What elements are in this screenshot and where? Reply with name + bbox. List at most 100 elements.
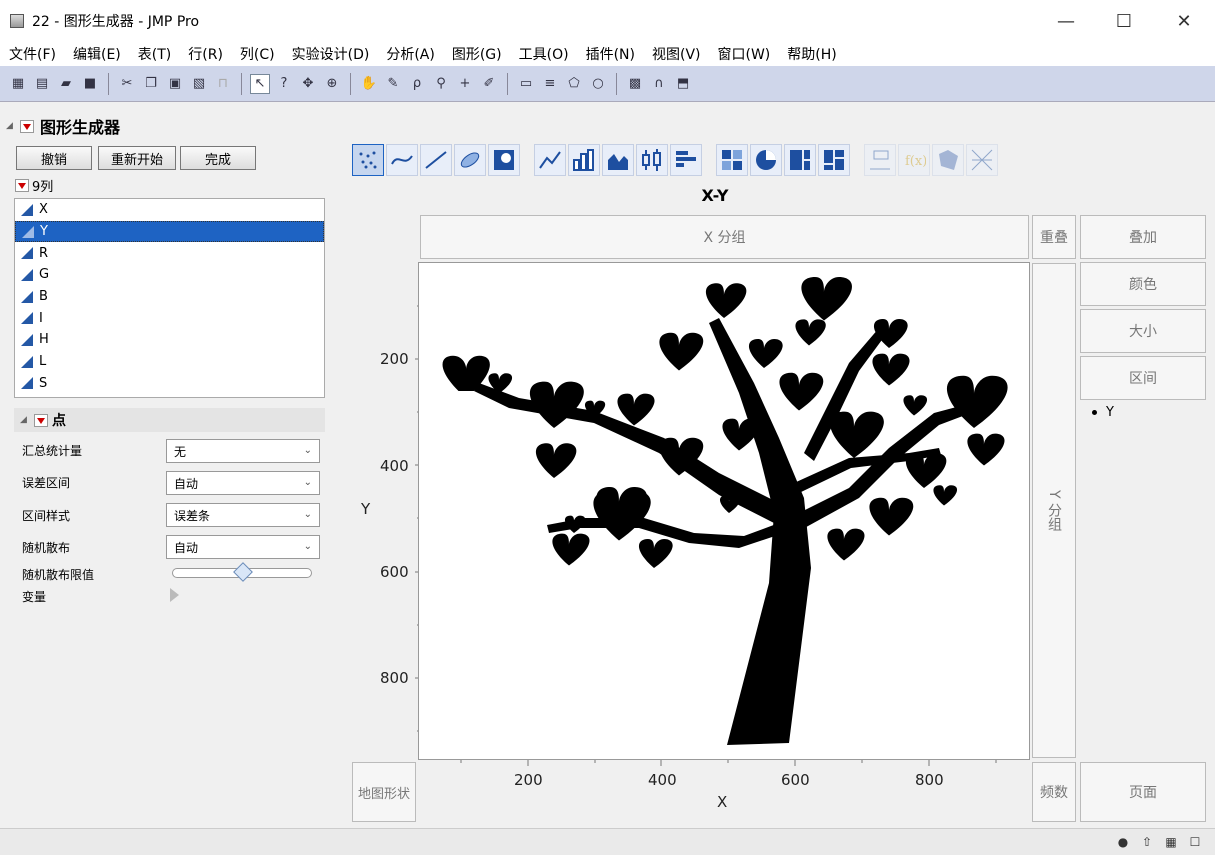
legend-item[interactable]: Y: [1092, 405, 1114, 420]
restart-button[interactable]: 重新开始: [98, 146, 176, 170]
plus-tool-icon[interactable]: +: [455, 74, 475, 94]
menu-window[interactable]: 窗口(W): [709, 44, 779, 64]
menu-help[interactable]: 帮助(H): [778, 44, 844, 64]
menu-file[interactable]: 文件(F): [0, 44, 64, 64]
area-graph-icon[interactable]: [602, 144, 634, 176]
text-box-icon[interactable]: ▭: [516, 74, 536, 94]
group-y-zone[interactable]: Y 分组: [1032, 263, 1076, 758]
menu-view[interactable]: 视图(V): [643, 44, 709, 64]
map-shape-zone[interactable]: 地图形状: [352, 762, 416, 822]
column-item-b[interactable]: B: [15, 286, 324, 308]
formula-icon[interactable]: f(x): [898, 144, 930, 176]
window-icon[interactable]: ☐: [1185, 833, 1205, 851]
hand-tool-icon[interactable]: ✋: [359, 74, 379, 94]
menu-cols[interactable]: 列(C): [231, 44, 283, 64]
page-zone[interactable]: 页面: [1080, 762, 1206, 822]
binoculars-icon[interactable]: ∩: [649, 74, 669, 94]
treemap-icon[interactable]: [784, 144, 816, 176]
heatmap-icon[interactable]: [716, 144, 748, 176]
new-table-icon[interactable]: ▦: [8, 74, 28, 94]
expand-arrow-icon[interactable]: [170, 588, 179, 602]
menu-edit[interactable]: 编辑(E): [64, 44, 129, 64]
menu-table[interactable]: 表(T): [129, 44, 179, 64]
annotate-tool-icon[interactable]: ✐: [479, 74, 499, 94]
color-zone[interactable]: 颜色: [1080, 262, 1206, 306]
disclosure-icon[interactable]: ◢: [20, 415, 30, 425]
column-item-g[interactable]: G: [15, 264, 324, 286]
y-axis-label[interactable]: Y: [361, 500, 370, 518]
done-button[interactable]: 完成: [180, 146, 256, 170]
minimize-button[interactable]: —: [1037, 0, 1095, 42]
menu-rows[interactable]: 行(R): [179, 44, 231, 64]
menu-graph[interactable]: 图形(G): [443, 44, 510, 64]
mosaic-plot-icon[interactable]: [818, 144, 850, 176]
journal-icon[interactable]: ▧: [189, 74, 209, 94]
error-interval-select[interactable]: 自动 ⌄: [166, 471, 320, 495]
histogram-icon[interactable]: [670, 144, 702, 176]
table-icon[interactable]: ▦: [1161, 833, 1181, 851]
summary-stat-select[interactable]: 无 ⌄: [166, 439, 320, 463]
export-icon[interactable]: ⬒: [673, 74, 693, 94]
column-item-y[interactable]: Y: [15, 220, 324, 243]
help-tool-icon[interactable]: ?: [274, 74, 294, 94]
map-shapes-icon[interactable]: [932, 144, 964, 176]
box-plot-icon[interactable]: [636, 144, 668, 176]
line-graph-icon[interactable]: [534, 144, 566, 176]
column-item-x[interactable]: X: [15, 199, 324, 221]
menu-addins[interactable]: 插件(N): [577, 44, 643, 64]
pie-chart-icon[interactable]: [750, 144, 782, 176]
interval-zone[interactable]: 区间: [1080, 356, 1206, 400]
line-tool-icon[interactable]: ≡: [540, 74, 560, 94]
interval-style-select[interactable]: 误差条 ⌄: [166, 503, 320, 527]
cut-icon[interactable]: ✂: [117, 74, 137, 94]
jitter-limit-slider-thumb[interactable]: [233, 562, 253, 582]
caption-box-icon[interactable]: [864, 144, 896, 176]
size-zone[interactable]: 大小: [1080, 309, 1206, 353]
ellipse-graph-icon[interactable]: [454, 144, 486, 176]
crosshair-tool-icon[interactable]: ⊕: [322, 74, 342, 94]
menu-tools[interactable]: 工具(O): [510, 44, 577, 64]
column-item-h[interactable]: H: [15, 329, 324, 351]
column-item-i[interactable]: I: [15, 307, 324, 329]
copy-icon[interactable]: ❐: [141, 74, 161, 94]
menu-analyze[interactable]: 分析(A): [377, 44, 443, 64]
up-arrow-icon[interactable]: ⇧: [1137, 833, 1157, 851]
image-icon[interactable]: ▩: [625, 74, 645, 94]
close-button[interactable]: ✕: [1155, 0, 1213, 42]
jitter-select[interactable]: 自动 ⌄: [166, 535, 320, 559]
smoother-graph-icon[interactable]: [386, 144, 418, 176]
red-triangle-menu-icon[interactable]: [34, 413, 48, 427]
group-x-zone[interactable]: X 分组: [420, 215, 1029, 259]
points-graph-icon[interactable]: [352, 144, 384, 176]
column-item-r[interactable]: R: [15, 242, 324, 264]
save-icon[interactable]: ■: [80, 74, 100, 94]
new-script-icon[interactable]: ▤: [32, 74, 52, 94]
magnifier-icon[interactable]: ⚲: [431, 74, 451, 94]
x-axis-label[interactable]: X: [717, 793, 727, 811]
contour-graph-icon[interactable]: [488, 144, 520, 176]
arrow-tool-icon[interactable]: ↖: [250, 73, 270, 94]
red-triangle-menu-icon[interactable]: [15, 179, 29, 192]
red-triangle-menu-icon[interactable]: [20, 119, 34, 133]
plot-area[interactable]: [418, 262, 1030, 760]
overlay-zone[interactable]: 叠加: [1080, 215, 1206, 259]
polygon-tool-icon[interactable]: ⬠: [564, 74, 584, 94]
shield-icon[interactable]: ●: [1113, 833, 1133, 851]
wrap-zone[interactable]: 重叠: [1032, 215, 1076, 259]
lock-icon[interactable]: ⊓: [213, 74, 233, 94]
ellipse-tool-icon[interactable]: ○: [588, 74, 608, 94]
paste-icon[interactable]: ▣: [165, 74, 185, 94]
freq-zone[interactable]: 频数: [1032, 762, 1076, 822]
parallel-plot-icon[interactable]: [966, 144, 998, 176]
column-item-l[interactable]: L: [15, 351, 324, 373]
brush-tool-icon[interactable]: ✎: [383, 74, 403, 94]
bar-graph-icon[interactable]: [568, 144, 600, 176]
menu-doe[interactable]: 实验设计(D): [283, 44, 378, 64]
lasso-tool-icon[interactable]: ρ: [407, 74, 427, 94]
undo-button[interactable]: 撤销: [16, 146, 92, 170]
line-of-fit-icon[interactable]: [420, 144, 452, 176]
open-folder-icon[interactable]: ▰: [56, 74, 76, 94]
selection-tool-icon[interactable]: ✥: [298, 74, 318, 94]
maximize-button[interactable]: ☐: [1095, 0, 1153, 42]
disclosure-icon[interactable]: ◢: [6, 121, 16, 131]
